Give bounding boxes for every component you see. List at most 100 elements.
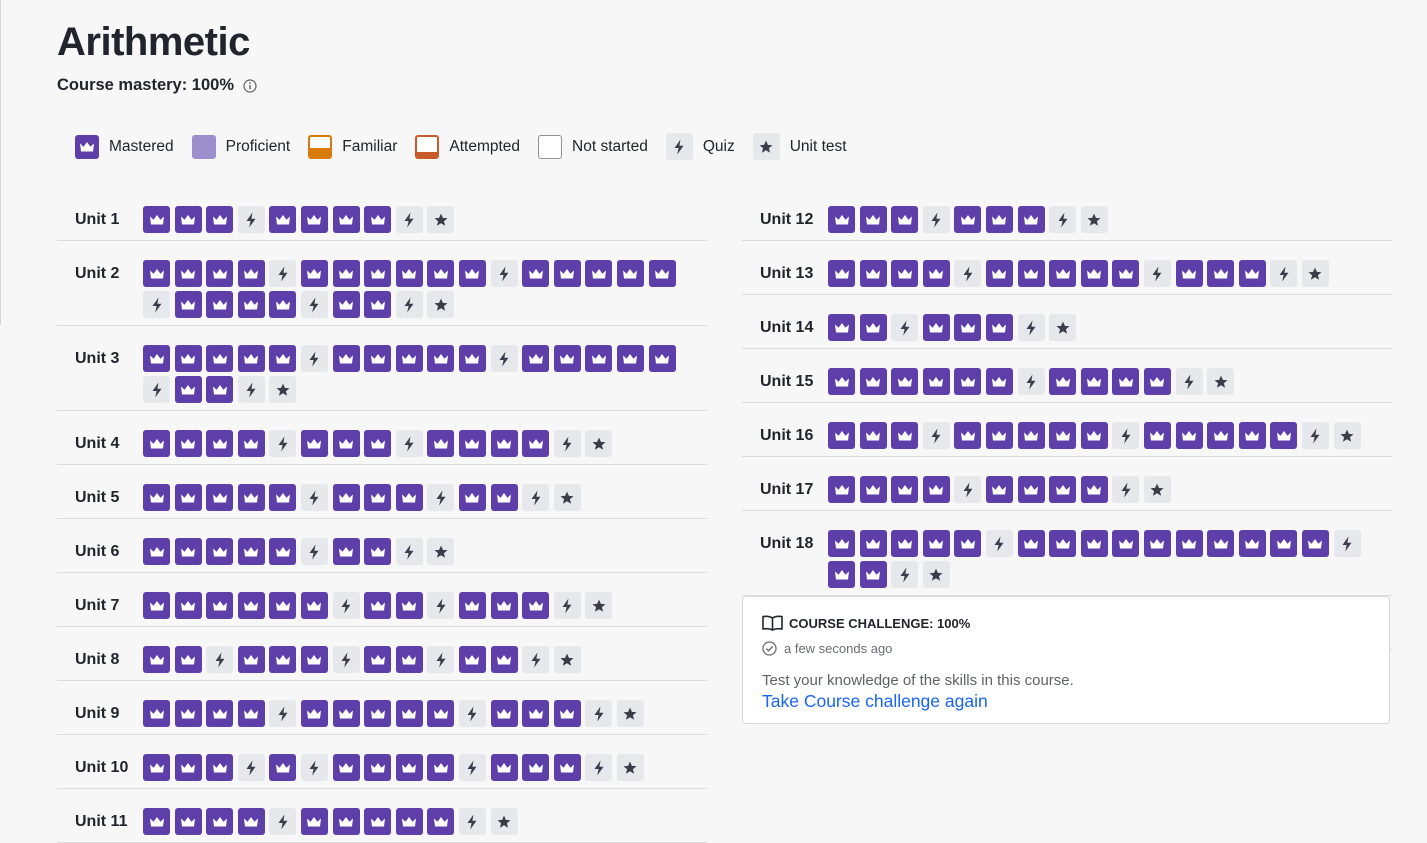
skill-mastered-crown-icon[interactable] [364, 538, 392, 565]
quiz-lightning-icon[interactable] [985, 530, 1013, 557]
skill-mastered-crown-icon[interactable] [616, 260, 644, 287]
skill-mastered-crown-icon[interactable] [300, 430, 328, 457]
skill-mastered-crown-icon[interactable] [174, 754, 202, 781]
quiz-lightning-icon[interactable] [206, 646, 234, 673]
skill-mastered-crown-icon[interactable] [206, 700, 234, 727]
skill-mastered-crown-icon[interactable] [1112, 260, 1140, 287]
skill-mastered-crown-icon[interactable] [859, 530, 887, 557]
skill-mastered-crown-icon[interactable] [522, 430, 550, 457]
quiz-lightning-icon[interactable] [1049, 206, 1077, 233]
quiz-lightning-icon[interactable] [427, 646, 455, 673]
skill-mastered-crown-icon[interactable] [922, 368, 950, 395]
quiz-lightning-icon[interactable] [522, 646, 550, 673]
quiz-lightning-icon[interactable] [300, 754, 328, 781]
quiz-lightning-icon[interactable] [395, 430, 423, 457]
quiz-lightning-icon[interactable] [954, 476, 982, 503]
quiz-lightning-icon[interactable] [1112, 476, 1140, 503]
skill-mastered-crown-icon[interactable] [206, 430, 234, 457]
skill-mastered-crown-icon[interactable] [206, 376, 234, 403]
skill-mastered-crown-icon[interactable] [300, 808, 328, 835]
skill-mastered-crown-icon[interactable] [828, 260, 855, 287]
skill-mastered-crown-icon[interactable] [395, 808, 423, 835]
skill-mastered-crown-icon[interactable] [206, 206, 234, 233]
quiz-lightning-icon[interactable] [237, 206, 265, 233]
skill-mastered-crown-icon[interactable] [1207, 530, 1235, 557]
skill-mastered-crown-icon[interactable] [206, 808, 234, 835]
skill-mastered-crown-icon[interactable] [364, 206, 392, 233]
skill-mastered-crown-icon[interactable] [1143, 368, 1171, 395]
skill-mastered-crown-icon[interactable] [1049, 260, 1077, 287]
quiz-lightning-icon[interactable] [300, 538, 328, 565]
skill-mastered-crown-icon[interactable] [364, 260, 392, 287]
quiz-lightning-icon[interactable] [427, 592, 455, 619]
unit-label[interactable]: Unit 12 [742, 206, 828, 233]
skill-mastered-crown-icon[interactable] [891, 368, 919, 395]
skill-mastered-crown-icon[interactable] [490, 754, 518, 781]
unit-test-star-icon[interactable] [553, 646, 581, 673]
skill-mastered-crown-icon[interactable] [1238, 530, 1266, 557]
skill-mastered-crown-icon[interactable] [585, 345, 613, 372]
unit-label[interactable]: Unit 3 [57, 345, 143, 372]
skill-mastered-crown-icon[interactable] [1017, 530, 1045, 557]
quiz-lightning-icon[interactable] [300, 484, 328, 511]
unit-label[interactable]: Unit 7 [57, 592, 143, 619]
skill-mastered-crown-icon[interactable] [553, 345, 581, 372]
skill-mastered-crown-icon[interactable] [269, 206, 297, 233]
skill-mastered-crown-icon[interactable] [553, 754, 581, 781]
quiz-lightning-icon[interactable] [300, 345, 328, 372]
skill-mastered-crown-icon[interactable] [1017, 260, 1045, 287]
skill-mastered-crown-icon[interactable] [237, 538, 265, 565]
skill-mastered-crown-icon[interactable] [585, 260, 613, 287]
skill-mastered-crown-icon[interactable] [237, 484, 265, 511]
skill-mastered-crown-icon[interactable] [332, 700, 360, 727]
skill-mastered-crown-icon[interactable] [269, 646, 297, 673]
quiz-lightning-icon[interactable] [395, 538, 423, 565]
skill-mastered-crown-icon[interactable] [1049, 422, 1077, 449]
skill-mastered-crown-icon[interactable] [1175, 422, 1203, 449]
skill-mastered-crown-icon[interactable] [395, 260, 423, 287]
skill-mastered-crown-icon[interactable] [395, 484, 423, 511]
quiz-lightning-icon[interactable] [237, 376, 265, 403]
skill-mastered-crown-icon[interactable] [300, 592, 328, 619]
unit-test-star-icon[interactable] [490, 808, 518, 835]
unit-test-star-icon[interactable] [427, 291, 455, 318]
skill-mastered-crown-icon[interactable] [364, 700, 392, 727]
info-icon[interactable] [243, 78, 257, 93]
skill-mastered-crown-icon[interactable] [954, 368, 982, 395]
skill-mastered-crown-icon[interactable] [143, 700, 170, 727]
skill-mastered-crown-icon[interactable] [1238, 260, 1266, 287]
skill-mastered-crown-icon[interactable] [332, 345, 360, 372]
skill-mastered-crown-icon[interactable] [891, 530, 919, 557]
quiz-lightning-icon[interactable] [1112, 422, 1140, 449]
skill-mastered-crown-icon[interactable] [922, 476, 950, 503]
quiz-lightning-icon[interactable] [237, 754, 265, 781]
unit-test-star-icon[interactable] [269, 376, 297, 403]
quiz-lightning-icon[interactable] [269, 808, 297, 835]
skill-mastered-crown-icon[interactable] [143, 592, 170, 619]
skill-mastered-crown-icon[interactable] [206, 592, 234, 619]
unit-label[interactable]: Unit 1 [57, 206, 143, 233]
skill-mastered-crown-icon[interactable] [922, 260, 950, 287]
quiz-lightning-icon[interactable] [332, 646, 360, 673]
skill-mastered-crown-icon[interactable] [332, 754, 360, 781]
quiz-lightning-icon[interactable] [1017, 368, 1045, 395]
skill-mastered-crown-icon[interactable] [143, 646, 170, 673]
skill-mastered-crown-icon[interactable] [143, 754, 170, 781]
skill-mastered-crown-icon[interactable] [1080, 476, 1108, 503]
skill-mastered-crown-icon[interactable] [828, 561, 855, 588]
skill-mastered-crown-icon[interactable] [1080, 368, 1108, 395]
skill-mastered-crown-icon[interactable] [269, 484, 297, 511]
quiz-lightning-icon[interactable] [1017, 314, 1045, 341]
unit-label[interactable]: Unit 9 [57, 700, 143, 727]
unit-label[interactable]: Unit 15 [742, 368, 828, 395]
skill-mastered-crown-icon[interactable] [616, 345, 644, 372]
skill-mastered-crown-icon[interactable] [395, 754, 423, 781]
skill-mastered-crown-icon[interactable] [332, 206, 360, 233]
take-course-challenge-link[interactable]: Take Course challenge again [762, 691, 988, 712]
skill-mastered-crown-icon[interactable] [985, 368, 1013, 395]
skill-mastered-crown-icon[interactable] [206, 260, 234, 287]
skill-mastered-crown-icon[interactable] [490, 646, 518, 673]
quiz-lightning-icon[interactable] [395, 206, 423, 233]
skill-mastered-crown-icon[interactable] [206, 754, 234, 781]
skill-mastered-crown-icon[interactable] [174, 291, 202, 318]
